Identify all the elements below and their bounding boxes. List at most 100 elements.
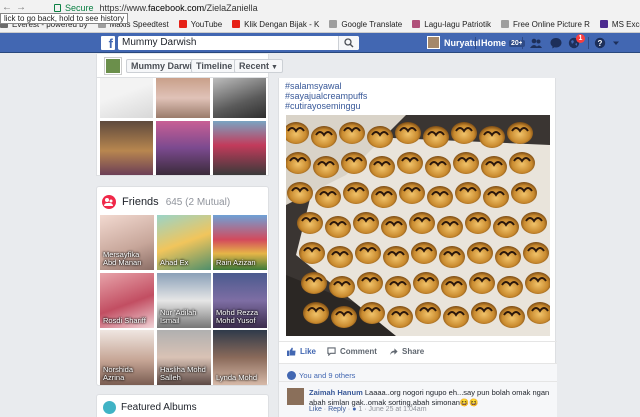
cream-puff: [297, 212, 323, 234]
cream-puff: [507, 122, 533, 144]
share-button[interactable]: Share: [389, 347, 424, 356]
bookmark-lagu[interactable]: Lagu-lagu Patriotik: [412, 20, 491, 29]
secure-label: Secure: [65, 2, 94, 13]
friend-tile[interactable]: Nur 'Adilah Ismail: [157, 273, 211, 328]
friend-name: Mohd Rezza Mohd Yusof: [216, 308, 259, 325]
photo-thumbnail[interactable]: [156, 121, 210, 175]
friend-tile[interactable]: Mersayfika Abd Manan: [100, 215, 154, 270]
facebook-logo[interactable]: f: [101, 36, 115, 51]
search-button[interactable]: [338, 36, 359, 50]
comment-date[interactable]: June 25 at 1:04am: [369, 406, 427, 413]
cream-puff: [327, 246, 353, 268]
bookmark-google-translate[interactable]: Google Translate: [329, 20, 402, 29]
friend-tile[interactable]: Hasliha Mohd Salleh: [157, 330, 211, 385]
like-button[interactable]: Like: [287, 347, 316, 356]
cream-puff: [511, 182, 537, 204]
cream-puff: [483, 186, 509, 208]
url-path: /ZielaZaniella: [204, 2, 258, 13]
cream-puff: [521, 212, 547, 234]
bookmark-ms-excel[interactable]: MS Exce: [599, 20, 640, 29]
profile-thumbnail[interactable]: [105, 58, 121, 74]
photo-thumbnail[interactable]: [213, 78, 266, 118]
friend-tile[interactable]: Rosdi Shariff: [100, 273, 154, 328]
comment-like-link[interactable]: Like: [309, 406, 322, 413]
photo-thumbnail[interactable]: [100, 78, 153, 118]
friends-header[interactable]: Friends 645 (2 Mutual): [102, 195, 230, 209]
bookmark-youtube[interactable]: YouTube: [178, 20, 222, 29]
photo-thumbnail[interactable]: [156, 78, 210, 118]
notification-badge: 1: [576, 34, 585, 43]
help-icon[interactable]: ?: [594, 37, 606, 49]
profile-link[interactable]: Nuryatul: [427, 36, 481, 49]
cream-puff: [415, 302, 441, 324]
cream-puff: [299, 242, 325, 264]
thumbs-up-icon: ●: [352, 406, 357, 413]
search-input[interactable]: Mummy Darwish: [118, 36, 359, 50]
address-bar[interactable]: https://www.facebook.com/ZielaZaniella: [100, 3, 258, 13]
search-icon: [344, 38, 354, 48]
photo-thumbnail[interactable]: [213, 121, 266, 175]
cream-puff: [453, 152, 479, 174]
cream-puff: [425, 156, 451, 178]
cream-puff: [471, 302, 497, 324]
bookmark-free-online-picture[interactable]: Free Online Picture R: [500, 20, 590, 29]
divider: [522, 37, 523, 49]
home-link[interactable]: Home 20+: [481, 36, 525, 50]
hashtag-link[interactable]: #sayajualcreampuffs: [285, 91, 367, 101]
friend-tile[interactable]: Lynda Mohd: [213, 330, 267, 385]
cream-puff: [495, 246, 521, 268]
friend-tile[interactable]: Ahad Ex: [157, 215, 211, 270]
bookmark-klik[interactable]: Klik Dengan Bijak - K: [232, 20, 319, 29]
cream-puff: [465, 212, 491, 234]
comment-item: Zaimah Hanum Laaaa..org nogori ngupo eh.…: [279, 381, 557, 417]
youtube-icon: [232, 20, 241, 28]
friend-tile[interactable]: Rain Azizan: [213, 215, 267, 270]
hashtag-link[interactable]: #salamsyawal: [285, 81, 342, 91]
photos-card: [96, 78, 269, 176]
divider: [588, 37, 589, 49]
cream-puff: [385, 276, 411, 298]
friend-name: Lynda Mohd: [216, 373, 258, 382]
friends-title: Friends: [122, 196, 159, 208]
thumbs-up-icon: [287, 347, 296, 356]
cream-puff: [331, 306, 357, 328]
cream-puff: [451, 122, 477, 144]
hashtag-link[interactable]: #cutirayoseminggu: [285, 101, 361, 111]
cream-puff: [479, 126, 505, 148]
friend-tile[interactable]: Mohd Rezza Mohd Yusof: [213, 273, 267, 328]
featured-albums-card[interactable]: Featured Albums: [96, 394, 269, 417]
browser-chrome: ← → Secure https://www.facebook.com/Ziel…: [0, 0, 640, 33]
friend-name: Hasliha Mohd Salleh: [160, 365, 206, 382]
cream-puff: [523, 242, 549, 264]
post-photo[interactable]: [286, 115, 550, 336]
youtube-icon: [178, 20, 187, 28]
cream-puff: [399, 182, 425, 204]
music-icon: [412, 20, 421, 28]
friend-name: Rain Azizan: [216, 258, 256, 267]
cream-puff: [313, 156, 339, 178]
url-prefix: https://www.: [99, 2, 149, 13]
comment-reply-link[interactable]: Reply: [328, 406, 346, 413]
reactions-summary[interactable]: You and 9 others: [279, 363, 557, 381]
reactions-text: You and 9 others: [299, 370, 356, 380]
cream-puff: [353, 212, 379, 234]
messages-icon[interactable]: [550, 37, 562, 49]
cream-puff: [357, 272, 383, 294]
friend-requests-icon[interactable]: [530, 37, 542, 49]
cream-puff: [303, 302, 329, 324]
recent-button[interactable]: Recent ▼: [234, 59, 283, 73]
friend-name: Rosdi Shariff: [103, 316, 146, 325]
cream-puff: [455, 182, 481, 204]
cream-puff: [286, 152, 311, 174]
friend-tile[interactable]: Norshida Azrina: [100, 330, 154, 385]
comment-button[interactable]: Comment: [327, 347, 377, 356]
comment-icon: [327, 347, 336, 356]
secure-indicator[interactable]: Secure: [54, 3, 94, 13]
url-domain: facebook.com: [148, 2, 205, 13]
comment-author[interactable]: Zaimah Hanum: [309, 388, 363, 397]
avatar[interactable]: [287, 388, 304, 405]
chevron-down-icon[interactable]: [610, 37, 622, 49]
cream-puff: [359, 302, 385, 324]
photo-thumbnail[interactable]: [100, 121, 153, 175]
cream-puff: [301, 272, 327, 294]
